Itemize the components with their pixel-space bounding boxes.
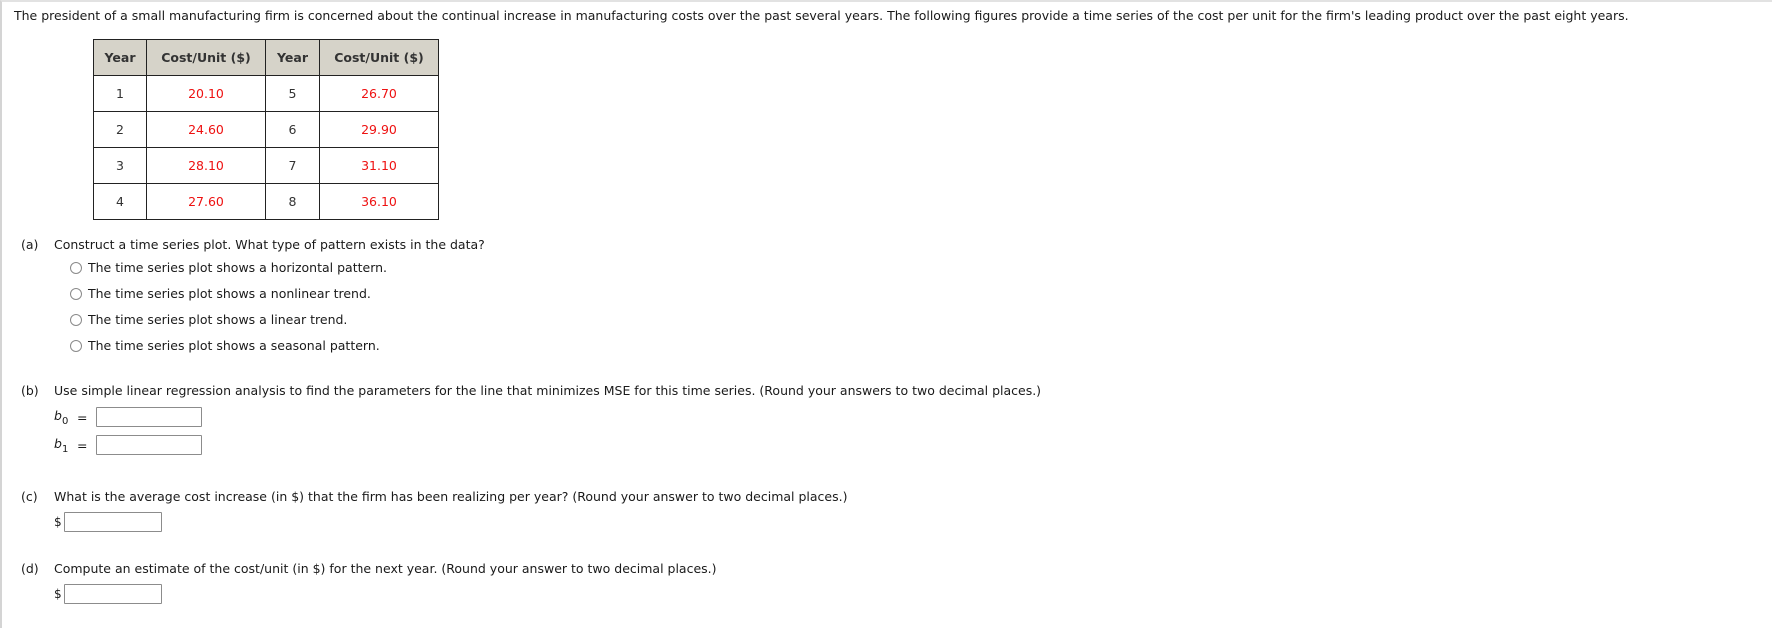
year-cell: 1 bbox=[93, 75, 147, 112]
radio-button[interactable] bbox=[70, 261, 82, 274]
cost-cell: 36.10 bbox=[319, 183, 439, 220]
b0-input[interactable] bbox=[96, 407, 202, 427]
part-b-label: (b) bbox=[21, 383, 39, 398]
year-cell: 5 bbox=[265, 75, 320, 112]
part-a-question: Construct a time series plot. What type … bbox=[54, 237, 485, 252]
table-header-row: Year Cost/Unit ($) Year Cost/Unit ($) bbox=[93, 39, 439, 76]
cost-cell: 29.90 bbox=[319, 111, 439, 148]
year-cell: 7 bbox=[265, 147, 320, 184]
radio-button[interactable] bbox=[70, 313, 82, 326]
year-cell: 2 bbox=[93, 111, 147, 148]
year-cell: 6 bbox=[265, 111, 320, 148]
cost-cell: 31.10 bbox=[319, 147, 439, 184]
table-row: 1 20.10 5 26.70 bbox=[93, 75, 439, 112]
option-seasonal-pattern[interactable]: The time series plot shows a seasonal pa… bbox=[70, 338, 380, 353]
header-year: Year bbox=[93, 39, 147, 76]
part-d-label: (d) bbox=[21, 561, 39, 576]
avg-cost-increase-input[interactable] bbox=[64, 512, 162, 532]
option-horizontal-pattern[interactable]: The time series plot shows a horizontal … bbox=[70, 260, 387, 275]
part-b-question: Use simple linear regression analysis to… bbox=[54, 383, 1042, 398]
header-cost: Cost/Unit ($) bbox=[146, 39, 266, 76]
table-row: 4 27.60 8 36.10 bbox=[93, 183, 439, 220]
cost-cell: 26.70 bbox=[319, 75, 439, 112]
year-cell: 8 bbox=[265, 183, 320, 220]
b1-label: b1 bbox=[54, 436, 69, 455]
equals-sign: = bbox=[77, 438, 88, 453]
equals-sign: = bbox=[77, 410, 88, 425]
cost-cell: 27.60 bbox=[146, 183, 266, 220]
header-cost: Cost/Unit ($) bbox=[319, 39, 439, 76]
year-cell: 3 bbox=[93, 147, 147, 184]
radio-button[interactable] bbox=[70, 339, 82, 352]
table-row: 3 28.10 7 31.10 bbox=[93, 147, 439, 184]
dollar-sign: $ bbox=[54, 515, 62, 529]
option-label: The time series plot shows a seasonal pa… bbox=[88, 338, 380, 353]
option-label: The time series plot shows a horizontal … bbox=[88, 260, 388, 275]
next-year-cost-input[interactable] bbox=[64, 584, 162, 604]
option-linear-trend[interactable]: The time series plot shows a linear tren… bbox=[70, 312, 347, 327]
part-d-question: Compute an estimate of the cost/unit (in… bbox=[54, 561, 717, 576]
year-cell: 4 bbox=[93, 183, 147, 220]
part-c-question: What is the average cost increase (in $)… bbox=[54, 489, 848, 504]
radio-button[interactable] bbox=[70, 287, 82, 300]
part-c-label: (c) bbox=[21, 489, 38, 504]
header-year: Year bbox=[265, 39, 320, 76]
table-row: 2 24.60 6 29.90 bbox=[93, 111, 439, 148]
problem-intro: The president of a small manufacturing f… bbox=[14, 8, 1629, 23]
cost-table: Year Cost/Unit ($) Year Cost/Unit ($) 1 … bbox=[93, 39, 439, 220]
option-label: The time series plot shows a linear tren… bbox=[88, 312, 348, 327]
part-a-label: (a) bbox=[21, 237, 39, 252]
cost-cell: 20.10 bbox=[146, 75, 266, 112]
option-nonlinear-trend[interactable]: The time series plot shows a nonlinear t… bbox=[70, 286, 371, 301]
cost-cell: 28.10 bbox=[146, 147, 266, 184]
option-label: The time series plot shows a nonlinear t… bbox=[88, 286, 371, 301]
b1-input[interactable] bbox=[96, 435, 202, 455]
dollar-sign: $ bbox=[54, 587, 62, 601]
b0-label: b0 bbox=[54, 408, 69, 427]
cost-cell: 24.60 bbox=[146, 111, 266, 148]
